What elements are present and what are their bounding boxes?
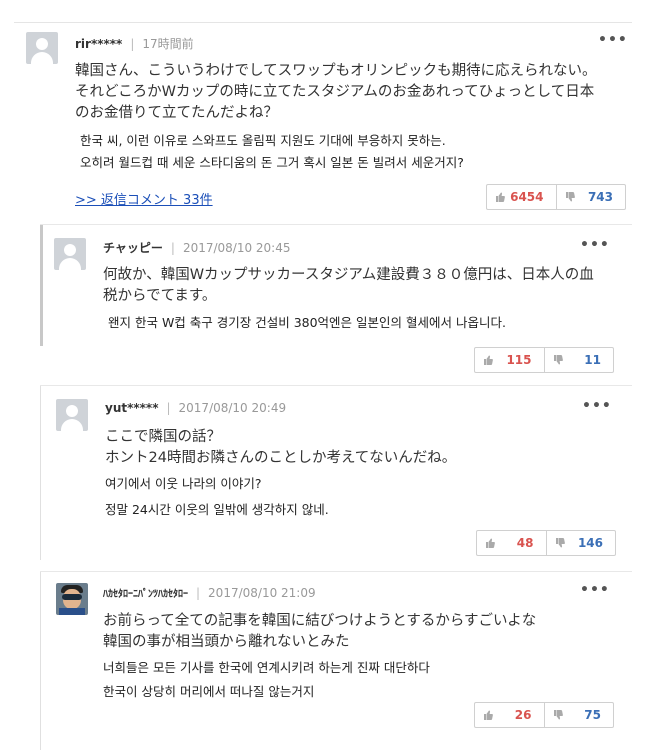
thumbs-up-icon [496,192,505,202]
thumbs-down-icon [553,710,563,720]
user-avatar[interactable] [54,238,86,270]
comment-meta: yut***** | 2017/08/10 20:49 [105,401,287,415]
reply-indent-bar [40,385,41,560]
username[interactable]: ﾊｶｾﾀﾛｰﾆﾊﾟﾝﾂﾊｶｾﾀﾛｰ [103,589,188,600]
username[interactable]: rir***** [75,37,122,51]
like-button[interactable]: 6454 [487,185,556,209]
timestamp: 17時間前 [142,37,194,51]
vote-buttons: 6454 743 [486,184,626,210]
vote-buttons: 26 75 [474,702,614,728]
comment-text-kr: 왠지 한국 W컵 축구 경기장 건설비 380억엔은 일본인의 혈세에서 나옵니… [108,315,506,330]
thumbs-up-icon [484,355,493,365]
thumbs-down-icon [555,538,565,548]
thumbs-up-icon [486,538,495,548]
timestamp: 2017/08/10 20:49 [178,401,287,415]
more-options-icon[interactable]: ••• [582,398,612,414]
reply-indent-bar [40,571,41,750]
timestamp: 2017/08/10 20:45 [182,241,291,255]
comment-divider [40,385,632,386]
thumbs-down-icon [565,192,575,202]
top-divider [14,22,632,23]
comment-text-kr: 여기에서 이웃 나라의 이야기? 정말 24시간 이웃의 일밖에 생각하지 않네… [105,476,329,517]
comment-meta: ﾊｶｾﾀﾛｰﾆﾊﾟﾝﾂﾊｶｾﾀﾛｰ | 2017/08/10 21:09 [103,586,316,600]
dislike-button[interactable]: 11 [543,348,614,372]
username[interactable]: yut***** [105,401,158,415]
dislike-button[interactable]: 75 [543,703,614,727]
comment-text-kr: 한국 씨, 이런 이유로 스와프도 올림픽 지원도 기대에 부응하지 못하는. … [80,133,464,170]
comment-divider [40,224,632,225]
reply-indent-bar [40,224,43,346]
dislike-button[interactable]: 146 [545,531,616,555]
dislike-button[interactable]: 743 [555,185,626,209]
thumbs-down-icon [553,355,563,365]
more-options-icon[interactable]: ••• [580,582,610,598]
user-photo-avatar[interactable] [56,583,88,615]
vote-buttons: 115 11 [474,347,614,373]
like-button[interactable]: 48 [477,531,546,555]
comment-text-jp: お前らって全ての記事を韓国に結びつけようとするからすごいよな 韓国の事が相当頭か… [103,613,537,650]
comment-text-jp: ここで隣国の話？ ホント24時間お隣さんのことしか考えてないんだね。 [105,429,457,466]
like-button[interactable]: 26 [475,703,544,727]
username[interactable]: チャッピー [103,241,163,255]
reply-comments-link[interactable]: >> 返信コメント 33件 [75,189,213,208]
comment-divider [40,571,632,572]
user-avatar[interactable] [56,399,88,431]
timestamp: 2017/08/10 21:09 [208,586,316,600]
vote-buttons: 48 146 [476,530,616,556]
comment-text-jp: 韓国さん、こういうわけでしてスワップもオリンピックも期待に応えられない。 それど… [75,63,597,121]
more-options-icon[interactable]: ••• [580,237,610,253]
comment-meta: rir***** | 17時間前 [75,37,194,51]
comment-meta: チャッピー | 2017/08/10 20:45 [103,241,291,255]
user-avatar[interactable] [26,32,58,64]
more-options-icon[interactable]: ••• [598,32,628,48]
thumbs-up-icon [484,710,493,720]
comment-text-jp: 何故か、韓国Wカップサッカースタジアム建設費３８０億円は、日本人の血 税からでて… [103,267,594,304]
comment-text-kr: 너희들은 모든 기사를 한국에 연계시키려 하는게 진짜 대단하다 한국이 상당… [103,660,430,699]
like-button[interactable]: 115 [475,348,544,372]
